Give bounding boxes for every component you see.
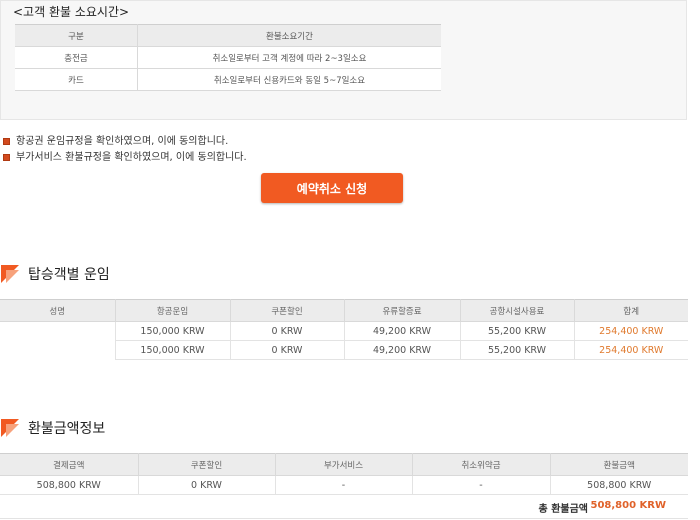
column-header: 환불소요기간 bbox=[137, 24, 441, 47]
checkbox-icon[interactable] bbox=[3, 137, 10, 145]
agreement-ancillary-rules[interactable]: 부가서비스 환불규정을 확인하였으며, 이에 동의합니다. bbox=[3, 148, 247, 163]
table-header-row: 결제금액 쿠폰할인 부가서비스 취소위약금 환불금액 bbox=[0, 453, 688, 476]
refund-time-table: 구분 환불소요기간 충전금 취소일로부터 고객 계정에 따라 2~3일소요 카드… bbox=[15, 24, 441, 91]
checkbox-icon[interactable] bbox=[3, 153, 10, 161]
table-cell: 55,200 KRW bbox=[460, 321, 575, 341]
row-total: 254,400 KRW bbox=[574, 340, 688, 360]
section-title: 탑승객별 운임 bbox=[28, 267, 110, 283]
table-cell: 150,000 KRW bbox=[115, 340, 231, 360]
table-row: 카드 취소일로부터 신용카드와 동일 5~7일소요 bbox=[15, 68, 441, 91]
column-header: 쿠폰할인 bbox=[138, 453, 276, 476]
table-cell: 150,000 KRW bbox=[115, 321, 231, 341]
passenger-name bbox=[0, 321, 116, 341]
cancel-reservation-button[interactable]: 예약취소 신청 bbox=[261, 173, 403, 203]
table-cell: - bbox=[275, 475, 413, 495]
table-cell: 취소일로부터 고객 계정에 따라 2~3일소요 bbox=[137, 46, 441, 69]
table-header-row: 구분 환불소요기간 bbox=[15, 24, 441, 47]
row-total: 254,400 KRW bbox=[574, 321, 688, 341]
table-cell: 0 KRW bbox=[230, 321, 345, 341]
column-header: 공항시설사용료 bbox=[460, 299, 575, 322]
table-row: 150,000 KRW 0 KRW 49,200 KRW 55,200 KRW … bbox=[0, 340, 688, 360]
agreement-fare-rules[interactable]: 항공권 운임규정을 확인하였으며, 이에 동의합니다. bbox=[3, 132, 228, 147]
table-cell: 0 KRW bbox=[230, 340, 345, 360]
table-cell: 카드 bbox=[15, 68, 138, 91]
refund-total-value: 508,800 KRW bbox=[590, 500, 666, 511]
refund-total-label: 총 환불금액 bbox=[538, 504, 588, 515]
column-header: 항공운임 bbox=[115, 299, 231, 322]
table-cell: 49,200 KRW bbox=[344, 321, 461, 341]
column-header: 부가서비스 bbox=[275, 453, 413, 476]
section-flag-icon bbox=[1, 265, 19, 283]
refund-info-table: 결제금액 쿠폰할인 부가서비스 취소위약금 환불금액 508,800 KRW 0… bbox=[0, 453, 688, 495]
section-title: 환불금액정보 bbox=[28, 421, 106, 437]
column-header: 유류할증료 bbox=[344, 299, 461, 322]
agreement-label: 부가서비스 환불규정을 확인하였으며, 이에 동의합니다. bbox=[16, 152, 247, 163]
column-header: 취소위약금 bbox=[412, 453, 551, 476]
table-header-row: 성명 항공운임 쿠폰할인 유류할증료 공항시설사용료 합계 bbox=[0, 299, 688, 322]
refund-info-section-header: 환불금액정보 bbox=[1, 418, 105, 438]
table-cell: 508,800 KRW bbox=[550, 475, 688, 495]
column-header: 쿠폰할인 bbox=[230, 299, 345, 322]
table-cell: 충전금 bbox=[15, 46, 138, 69]
passenger-name bbox=[0, 340, 116, 360]
section-flag-icon bbox=[1, 419, 19, 437]
column-header: 합계 bbox=[574, 299, 688, 322]
table-cell: 취소일로부터 신용카드와 동일 5~7일소요 bbox=[137, 68, 441, 91]
column-header: 결제금액 bbox=[0, 453, 139, 476]
table-cell: - bbox=[412, 475, 551, 495]
agreement-label: 항공권 운임규정을 확인하였으며, 이에 동의합니다. bbox=[16, 136, 229, 147]
table-cell: 49,200 KRW bbox=[344, 340, 461, 360]
refund-total-row: 총 환불금액 508,800 KRW bbox=[0, 494, 688, 519]
refund-time-title: <고객 환불 소요시간> bbox=[13, 5, 130, 19]
table-row: 충전금 취소일로부터 고객 계정에 따라 2~3일소요 bbox=[15, 46, 441, 69]
column-header: 구분 bbox=[15, 24, 138, 47]
table-row: 150,000 KRW 0 KRW 49,200 KRW 55,200 KRW … bbox=[0, 321, 688, 341]
table-cell: 0 KRW bbox=[138, 475, 276, 495]
column-header: 환불금액 bbox=[550, 453, 688, 476]
table-cell: 508,800 KRW bbox=[0, 475, 139, 495]
table-row: 508,800 KRW 0 KRW - - 508,800 KRW bbox=[0, 475, 688, 495]
fare-table: 성명 항공운임 쿠폰할인 유류할증료 공항시설사용료 합계 150,000 KR… bbox=[0, 299, 688, 360]
column-header: 성명 bbox=[0, 299, 116, 322]
fare-section-header: 탑승객별 운임 bbox=[1, 264, 110, 284]
table-cell: 55,200 KRW bbox=[460, 340, 575, 360]
